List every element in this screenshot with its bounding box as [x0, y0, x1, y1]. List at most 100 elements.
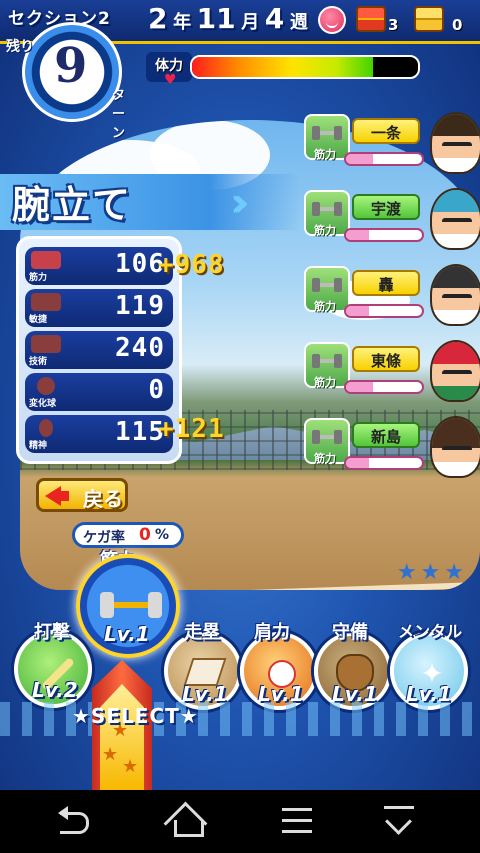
remaining-number: 9	[54, 38, 88, 94]
training-arm-label: 肩力	[254, 622, 290, 643]
training-defense-label: 守備	[332, 622, 368, 643]
back-button[interactable]: 戻る	[36, 478, 128, 512]
star-icon: ★	[102, 744, 119, 765]
dumbbell-icon	[312, 278, 342, 292]
stamina-gauge: 体力 ♥	[146, 52, 476, 87]
training-running-label: 走塁	[184, 622, 220, 643]
partner-card[interactable]: 筋力 轟	[304, 264, 480, 328]
dumbbell-icon	[31, 251, 61, 269]
partner-tile: 筋力	[304, 190, 350, 237]
stat-value: 119	[115, 291, 165, 321]
bond-fill	[346, 230, 369, 240]
partner-tile: 筋力	[304, 342, 350, 389]
partner-name-plate: 轟	[352, 270, 420, 296]
date-year-unit: 年	[173, 12, 192, 33]
selected-training-level: Lv.1	[104, 622, 150, 646]
gold-chest-icon[interactable]	[414, 6, 444, 32]
stamina-fill	[192, 57, 373, 77]
date-year: 2	[148, 2, 168, 35]
bond-bar	[344, 228, 424, 242]
partner-name: 宇渡	[370, 200, 401, 218]
red-chest-icon[interactable]	[356, 6, 386, 32]
mood-smile-icon[interactable]	[318, 6, 346, 34]
bond-fill	[346, 382, 373, 392]
date-display: 2 年 11 月 4 週	[148, 2, 308, 35]
decorative-stars: ★★★	[396, 560, 468, 585]
page-title: 腕立て	[12, 183, 133, 227]
partner-type: 筋力	[314, 224, 336, 237]
bond-fill	[346, 154, 373, 164]
star-icon: ★	[122, 756, 139, 777]
player-avatar	[430, 264, 480, 326]
stat-label: 精神	[29, 441, 48, 451]
bond-bar	[344, 304, 424, 318]
select-label: ★SELECT★	[72, 704, 199, 728]
bond-bar	[344, 456, 424, 470]
dumbbell-icon	[312, 202, 342, 216]
stat-row-speed: 敏捷 119	[25, 289, 173, 327]
partner-type: 筋力	[314, 376, 336, 389]
partner-type: 筋力	[314, 148, 336, 161]
gold-chest-count: 0	[452, 16, 463, 34]
date-week-unit: 週	[289, 12, 308, 33]
back-label: 戻る	[83, 487, 123, 511]
training-batting-level: Lv.2	[32, 678, 78, 702]
partner-name: 東條	[370, 352, 401, 370]
nav-hide-keyboard-icon[interactable]	[370, 802, 430, 842]
dumbbell-icon	[312, 126, 342, 140]
heart-icon: ♥	[164, 72, 177, 88]
stat-label: 変化球	[29, 399, 57, 409]
remaining-turns: 残り 9 ターン	[6, 22, 125, 141]
partner-card[interactable]: 筋力 東條	[304, 340, 480, 404]
bond-fill	[346, 458, 369, 468]
remaining-label: 残り	[6, 39, 34, 55]
stat-row-power: 筋力 106	[25, 247, 173, 285]
dumbbell-icon	[100, 592, 162, 618]
partner-name: 新島	[370, 428, 401, 446]
training-batting-label: 打撃	[34, 622, 70, 643]
bond-fill	[346, 306, 369, 316]
stat-value: 0	[148, 375, 165, 405]
stat-label: 敏捷	[29, 315, 48, 325]
bond-bar	[344, 152, 424, 166]
partner-tile: 筋力	[304, 418, 350, 465]
partner-name: 轟	[378, 276, 394, 294]
system-nav-bar	[0, 790, 480, 853]
date-month: 11	[196, 2, 236, 35]
partner-tile: 筋力	[304, 114, 350, 161]
partner-type: 筋力	[314, 300, 336, 313]
partner-card[interactable]: 筋力 宇渡	[304, 188, 480, 252]
stat-row-technique: 技術 240	[25, 331, 173, 369]
turn-label: ターン	[112, 88, 126, 141]
injury-value: 0	[139, 525, 151, 545]
stat-value: 240	[115, 333, 165, 363]
stat-row-mental: 精神 115	[25, 415, 173, 453]
stat-label: 技術	[29, 357, 48, 367]
partner-type: 筋力	[314, 452, 336, 465]
nav-menu-icon[interactable]	[268, 802, 328, 842]
nav-home-icon[interactable]	[156, 802, 216, 842]
dumbbell-icon	[312, 354, 342, 368]
partner-name-plate: 宇渡	[352, 194, 420, 220]
partner-name-plate: 一条	[352, 118, 420, 144]
baseball-icon	[37, 377, 55, 395]
date-week: 4	[264, 2, 285, 35]
partner-name-plate: 新島	[352, 422, 420, 448]
stat-gain-power: +968	[158, 250, 225, 280]
bat-icon	[31, 335, 61, 353]
injury-label: ケガ率	[83, 530, 125, 546]
chevron-right-icon: ›››	[230, 180, 250, 226]
injury-rate: ケガ率 0 %	[72, 522, 184, 548]
stat-label: 筋力	[29, 273, 48, 283]
shoe-icon	[31, 293, 61, 311]
game-screen: セクション2 2 年 11 月 4 週 3 0 残り 9 ターン 体力 ♥ ››…	[0, 0, 480, 790]
partner-card[interactable]: 筋力 新島	[304, 416, 480, 480]
player-avatar	[430, 112, 480, 174]
red-chest-count: 3	[388, 16, 399, 34]
stat-gain-mental: +121	[158, 414, 225, 444]
stat-row-breaking-ball: 変化球 0	[25, 373, 173, 411]
partner-card[interactable]: 筋力 一条	[304, 112, 480, 176]
player-avatar	[430, 188, 480, 250]
nav-back-icon[interactable]	[48, 802, 108, 842]
dumbbell-icon	[312, 430, 342, 444]
